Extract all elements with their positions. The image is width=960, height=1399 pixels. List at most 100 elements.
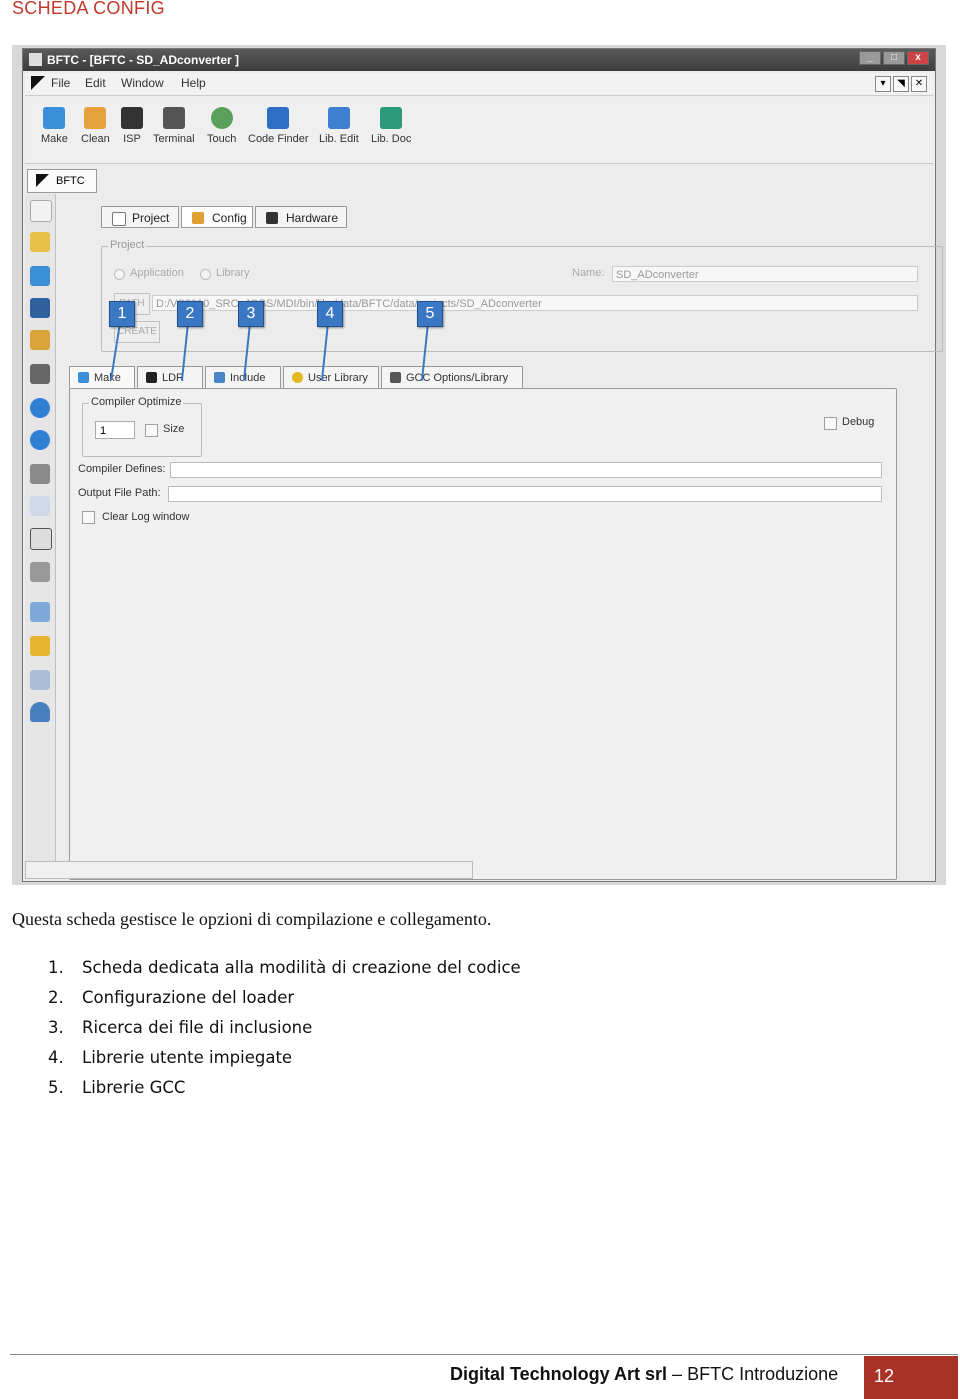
size-label: Size [163, 423, 185, 435]
size-checkbox[interactable] [145, 424, 158, 437]
compiler-optimize-group: Compiler Optimize 1 Size [82, 396, 202, 457]
subtab-ldr[interactable]: LDR [137, 366, 203, 389]
name-label: Name: [572, 267, 605, 279]
subtab-gcc-options[interactable]: GCC Options/Library [381, 366, 523, 389]
app-window: BFTC - [BFTC - SD_ADconverter ] _ □ x Fi… [22, 48, 943, 882]
subtab-user-library[interactable]: User Library [283, 366, 379, 389]
mdi-restore-button[interactable]: ◥ [893, 76, 909, 92]
touch-icon [210, 107, 233, 129]
code-finder-icon [267, 107, 290, 129]
output-file-path-input[interactable] [168, 486, 882, 502]
footer-divider [10, 1354, 958, 1355]
left-toolbar [25, 194, 56, 864]
menu-file[interactable]: File [51, 76, 70, 90]
application-label: Application [130, 267, 184, 279]
gcc-icon [390, 372, 401, 383]
description: Questa scheda gestisce le opzioni di com… [12, 909, 492, 929]
feature-list: 1. Scheda dedicata alla modilità di creaz… [48, 958, 521, 1108]
bird-icon[interactable] [30, 266, 50, 286]
application-radio[interactable] [114, 269, 125, 280]
clean-button[interactable]: Clean [81, 107, 110, 145]
database-icon [292, 372, 303, 383]
status-bar [25, 861, 473, 879]
menu-bar: File Edit Window Help ▾ ◥ ✕ [25, 73, 933, 96]
library-radio[interactable] [200, 269, 211, 280]
undo-icon[interactable] [30, 398, 50, 418]
close-button[interactable]: x [907, 51, 929, 65]
optimize-spinbox[interactable]: 1 [95, 421, 135, 439]
app-icon [29, 53, 42, 66]
menu-edit[interactable]: Edit [85, 76, 106, 90]
edit-icon[interactable] [30, 330, 50, 350]
compiler-defines-label: Compiler Defines: [78, 463, 166, 475]
settings-icon[interactable] [30, 670, 50, 690]
menu-help[interactable]: Help [181, 76, 206, 90]
maximize-button[interactable]: □ [883, 51, 905, 65]
compiler-optimize-legend: Compiler Optimize [89, 396, 184, 408]
user-icon[interactable] [30, 702, 50, 722]
clean-icon [84, 107, 107, 129]
debug-checkbox[interactable] [824, 417, 837, 430]
compiler-defines-input[interactable] [170, 462, 882, 478]
footer-doc: BFTC Introduzione [687, 1364, 839, 1384]
redo-icon[interactable] [30, 430, 50, 450]
make-panel: Compiler Optimize 1 Size Debug Compiler … [69, 388, 897, 880]
library-label: Library [216, 267, 250, 279]
document-tab[interactable]: BFTC [27, 169, 97, 193]
make-button[interactable]: Make [41, 107, 68, 145]
code-finder-button[interactable]: Code Finder [248, 107, 309, 145]
clear-log-checkbox[interactable] [82, 511, 95, 524]
grid-icon[interactable] [30, 602, 50, 622]
tab-project[interactable]: Project [101, 206, 179, 228]
list-item: 4. Librerie utente impiegate [48, 1048, 293, 1067]
include-icon [214, 372, 225, 383]
bftc-logo-icon [31, 76, 45, 90]
footer-separator: – [672, 1364, 683, 1384]
terminal-button[interactable]: Terminal [153, 107, 195, 145]
minimize-button[interactable]: _ [859, 51, 881, 65]
section-title: SCHEDA CONFIG [12, 0, 165, 18]
open-folder-icon[interactable] [30, 232, 50, 252]
list-item: 5. Librerie GCC [48, 1078, 186, 1097]
list-item: 2. Configurazione del loader [48, 988, 295, 1007]
touch-button[interactable]: Touch [207, 107, 236, 145]
debug-label: Debug [842, 416, 875, 428]
find-icon[interactable] [30, 562, 50, 582]
lib-edit-button[interactable]: Lib. Edit [319, 107, 359, 145]
new-file-icon[interactable] [30, 200, 52, 222]
paste-icon[interactable] [30, 528, 52, 550]
subtab-make[interactable]: Make [69, 366, 135, 389]
clear-log-label: Clear Log window [102, 511, 190, 523]
output-file-path-label: Output File Path: [78, 487, 161, 499]
isp-icon [121, 107, 143, 129]
footer-company: Digital Technology Art srl [450, 1364, 668, 1384]
config-panel: Project Config Hardware Project Applicat… [67, 194, 943, 880]
list-item: 1. Scheda dedicata alla modilità di creaz… [48, 958, 521, 977]
upload-icon [146, 372, 157, 383]
lib-doc-button[interactable]: Lib. Doc [371, 107, 411, 145]
folder-camera-icon[interactable] [30, 636, 50, 656]
path-field[interactable]: D:/VS2010_SRC_JOBS/MDI/bin/libs/data/BFT… [152, 295, 918, 311]
cut-icon[interactable] [30, 464, 50, 484]
tab-hardware[interactable]: Hardware [255, 206, 347, 228]
tab-config[interactable]: Config [181, 206, 253, 228]
lib-edit-icon [327, 107, 350, 129]
mdi-menu-button[interactable]: ▾ [875, 76, 891, 92]
callout-5: 5 [417, 301, 443, 327]
lib-doc-icon [380, 107, 403, 129]
toolbar: Make Clean ISP Terminal Touch Code Finde… [25, 97, 933, 164]
menu-window[interactable]: Window [121, 76, 164, 90]
name-field[interactable]: SD_ADconverter [612, 266, 918, 282]
bftc-tab-icon [36, 174, 49, 187]
hardware-icon [266, 212, 278, 224]
make-small-icon [78, 372, 89, 383]
terminal-icon [162, 107, 185, 129]
print-icon[interactable] [30, 364, 50, 384]
isp-button[interactable]: ISP [121, 107, 143, 145]
mdi-close-button[interactable]: ✕ [911, 76, 927, 92]
save-icon[interactable] [30, 298, 50, 318]
project-legend: Project [108, 239, 147, 251]
callout-2: 2 [177, 301, 203, 327]
callout-4: 4 [317, 301, 343, 327]
copy-icon[interactable] [30, 496, 50, 516]
